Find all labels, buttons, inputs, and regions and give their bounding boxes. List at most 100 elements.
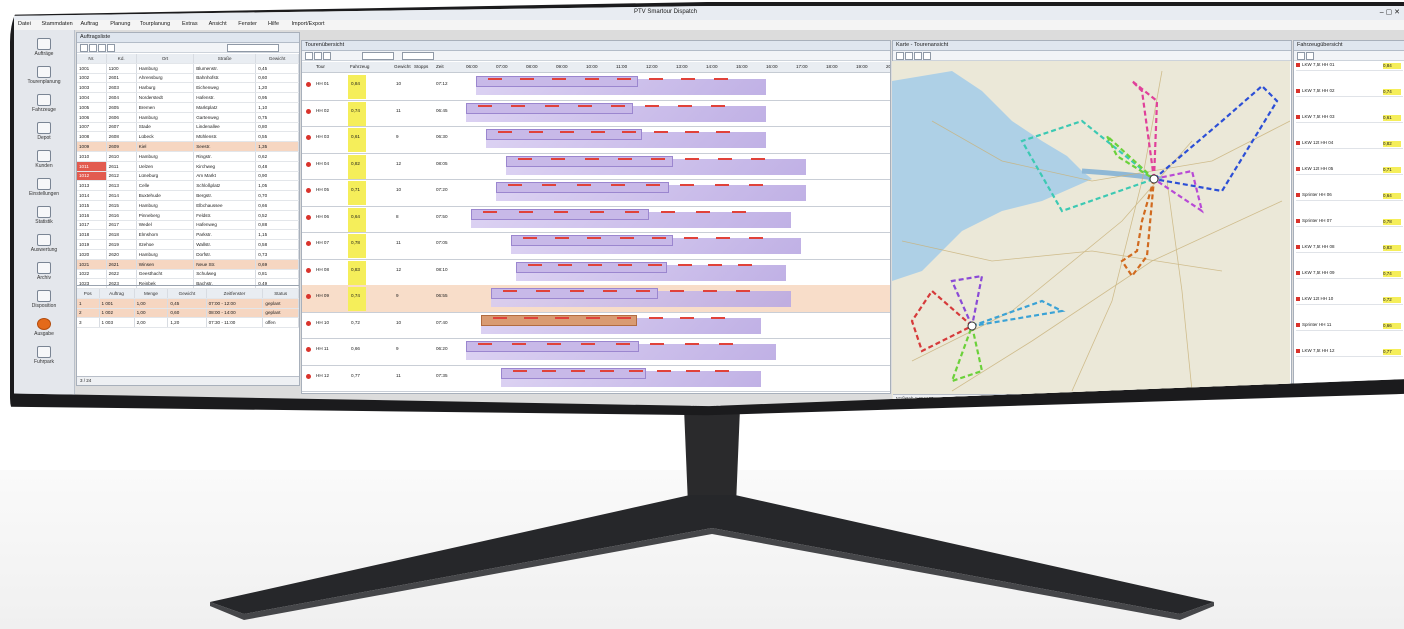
stop-marker[interactable] <box>512 343 527 345</box>
stop-marker[interactable] <box>591 131 606 133</box>
stop-marker[interactable] <box>555 237 570 239</box>
stop-marker[interactable] <box>719 343 734 345</box>
stop-marker[interactable] <box>518 210 533 213</box>
stop-marker[interactable] <box>648 316 663 319</box>
column-header[interactable]: Menge <box>134 289 169 299</box>
table-row[interactable]: 1008 2608 Lübeck Mühlenstr. 0,55 <box>77 131 299 143</box>
stop-marker[interactable] <box>625 210 640 213</box>
vehicle-row[interactable]: LKW 12t HH 05 0,71 <box>1296 166 1403 175</box>
stop-marker[interactable] <box>644 104 659 107</box>
stop-marker[interactable] <box>529 131 544 133</box>
stop-marker[interactable] <box>541 369 556 372</box>
stop-marker[interactable] <box>603 290 617 292</box>
zoom-icon[interactable] <box>905 52 913 60</box>
tour-row[interactable]: HH 07 0,78 11 07:05 <box>302 232 890 260</box>
stop-marker[interactable] <box>616 78 631 80</box>
vehicle-row[interactable]: Sprinter HH 06 0,64 <box>1296 192 1403 201</box>
stop-marker[interactable] <box>546 343 561 345</box>
column-header[interactable]: Fahrzeug <box>350 64 369 69</box>
nav-item[interactable]: Kunden <box>18 150 70 169</box>
menu-item[interactable]: Ansicht <box>209 21 227 27</box>
vehicle-row[interactable]: LKW 12t HH 04 0,82 <box>1296 140 1403 149</box>
table-row[interactable]: 1020 2620 Hamburg Dorfstr. 0,73 <box>77 249 299 260</box>
stop-marker[interactable] <box>731 210 746 213</box>
nav-item[interactable]: Fuhrpark <box>18 346 70 365</box>
stop-marker[interactable] <box>599 369 614 372</box>
stop-marker[interactable] <box>615 343 630 345</box>
stop-marker[interactable] <box>618 157 632 160</box>
stop-marker[interactable] <box>649 78 664 80</box>
tour-row[interactable]: HH 04 0,82 12 08:05 <box>302 153 890 180</box>
stop-marker[interactable] <box>645 184 660 186</box>
nav-item[interactable]: Einstellungen <box>18 178 70 197</box>
stop-marker[interactable] <box>511 104 526 107</box>
stop-marker[interactable] <box>586 316 601 319</box>
column-header[interactable]: Gewicht <box>167 289 207 299</box>
vehicle-row[interactable]: LKW 7,5t HH 03 0,61 <box>1296 114 1403 123</box>
stop-marker[interactable] <box>483 210 497 213</box>
menu-item[interactable]: Auftrag <box>81 21 99 27</box>
menu-item[interactable]: Stammdaten <box>42 21 73 27</box>
tour-row[interactable]: HH 10 0,72 10 07:40 <box>302 312 890 339</box>
stop-marker[interactable] <box>748 237 763 239</box>
stop-marker[interactable] <box>657 369 672 372</box>
stop-marker[interactable] <box>576 184 591 186</box>
pan-icon[interactable] <box>896 52 904 60</box>
table-row[interactable]: 1023 2623 Reinbek Bachstr. 0,49 <box>77 278 299 290</box>
stop-marker[interactable] <box>478 104 492 107</box>
vehicle-row[interactable]: LKW 12t HH 10 0,72 <box>1296 296 1403 305</box>
search-input[interactable] <box>227 44 279 52</box>
stop-marker[interactable] <box>618 263 632 266</box>
stop-marker[interactable] <box>551 157 566 160</box>
stop-marker[interactable] <box>651 237 666 239</box>
stop-marker[interactable] <box>498 131 512 133</box>
table-row[interactable]: 1009 2609 Kiel Seestr. 1,35 <box>77 141 299 152</box>
tour-row[interactable]: HH 01 0,84 10 07:12 <box>302 73 890 101</box>
vehicle-row[interactable]: LKW 7,5t HH 12 0,77 <box>1296 348 1403 357</box>
tour-row[interactable]: HH 02 0,74 11 06:45 <box>302 100 890 127</box>
table-row[interactable]: 1005 2605 Bremen Marktplatz 1,10 <box>77 102 299 113</box>
stop-marker[interactable] <box>684 157 699 160</box>
stop-marker[interactable] <box>611 184 626 186</box>
add-icon[interactable] <box>89 44 97 52</box>
stop-marker[interactable] <box>587 237 602 239</box>
nav-item[interactable]: Statistik <box>18 206 70 225</box>
stop-marker[interactable] <box>588 263 602 266</box>
menu-item[interactable]: Extras <box>182 21 198 27</box>
stop-marker[interactable] <box>589 210 604 213</box>
stop-marker[interactable] <box>622 131 637 133</box>
menu-item[interactable]: Hilfe <box>268 21 279 27</box>
stop-marker[interactable] <box>503 290 517 292</box>
column-header[interactable]: Straße <box>193 54 257 64</box>
tour-row[interactable]: HH 05 0,71 10 07:20 <box>302 179 890 207</box>
stop-marker[interactable] <box>478 343 492 345</box>
zoom-in-icon[interactable] <box>305 52 313 60</box>
stop-marker[interactable] <box>715 369 730 372</box>
table-row[interactable]: 1004 2604 Norderstedt Hafenstr. 0,95 <box>77 92 299 103</box>
nav-item[interactable]: Disposition <box>18 290 70 309</box>
stop-marker[interactable] <box>708 263 722 266</box>
vehicle-row[interactable]: LKW 7,5t HH 01 0,84 <box>1296 62 1403 71</box>
stop-marker[interactable] <box>669 290 684 292</box>
table-row[interactable]: 1006 2606 Hamburg Gartenweg 0,75 <box>77 112 299 123</box>
stop-marker[interactable] <box>508 184 522 186</box>
table-row[interactable]: 11 001 1,00 0,45 07:00 - 12:00 geplant <box>77 298 299 309</box>
depot-marker-south[interactable] <box>967 321 977 331</box>
column-header[interactable]: Gewicht <box>394 64 411 69</box>
vehicle-row[interactable]: LKW 7,5t HH 02 0,74 <box>1296 88 1403 97</box>
stop-marker[interactable] <box>513 369 527 372</box>
table-row[interactable]: 1015 2615 Hamburg Elbchaussee 0,66 <box>77 200 299 211</box>
stop-marker[interactable] <box>488 78 502 80</box>
vehicle-row[interactable]: Sprinter HH 07 0,78 <box>1296 218 1403 227</box>
stop-marker[interactable] <box>716 237 731 239</box>
nav-item[interactable]: Fahrzeuge <box>18 94 70 113</box>
stop-marker[interactable] <box>684 237 699 239</box>
stop-marker[interactable] <box>680 184 695 186</box>
stop-marker[interactable] <box>696 210 711 213</box>
menu-item[interactable]: Datei <box>18 21 31 27</box>
nav-item[interactable]: Ausgabe <box>18 318 70 337</box>
table-row[interactable]: 31 003 2,00 1,20 07:30 - 11:00 offen <box>77 317 299 329</box>
refresh-icon[interactable] <box>107 44 115 52</box>
stop-marker[interactable] <box>738 263 752 266</box>
delete-icon[interactable] <box>98 44 106 52</box>
